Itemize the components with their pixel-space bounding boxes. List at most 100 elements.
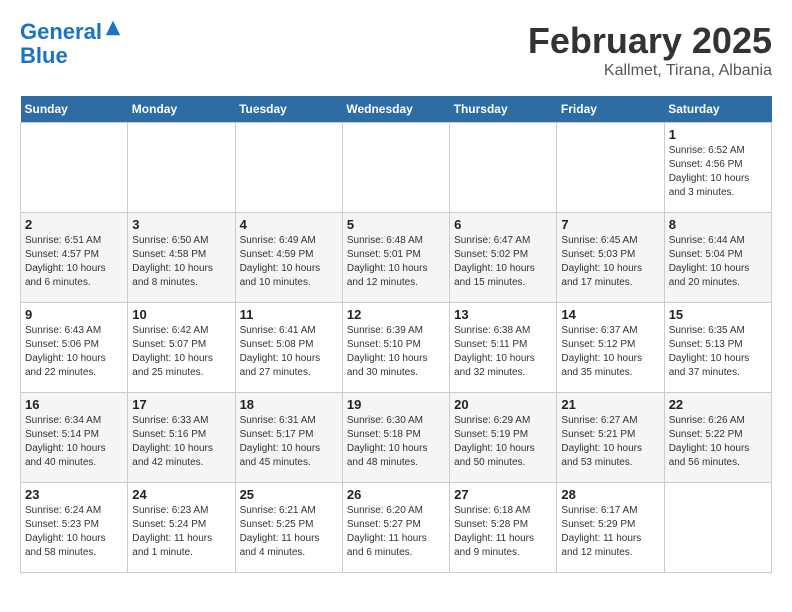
logo-text: General <box>20 20 102 44</box>
day-info: Sunrise: 6:21 AM Sunset: 5:25 PM Dayligh… <box>240 504 338 560</box>
day-info: Sunrise: 6:41 AM Sunset: 5:08 PM Dayligh… <box>240 324 338 380</box>
day-info: Sunrise: 6:52 AM Sunset: 4:56 PM Dayligh… <box>669 144 767 200</box>
day-info: Sunrise: 6:31 AM Sunset: 5:17 PM Dayligh… <box>240 414 338 470</box>
week-row-4: 16 Sunrise: 6:34 AM Sunset: 5:14 PM Dayli… <box>21 393 772 483</box>
day-number: 3 <box>132 217 230 232</box>
calendar-cell: 1 Sunrise: 6:52 AM Sunset: 4:56 PM Daylig… <box>664 123 771 213</box>
calendar-table: SundayMondayTuesdayWednesdayThursdayFrid… <box>20 96 772 573</box>
calendar-cell: 10 Sunrise: 6:42 AM Sunset: 5:07 PM Dayli… <box>128 303 235 393</box>
day-number: 19 <box>347 397 445 412</box>
calendar-cell: 6 Sunrise: 6:47 AM Sunset: 5:02 PM Daylig… <box>450 213 557 303</box>
day-info: Sunrise: 6:47 AM Sunset: 5:02 PM Dayligh… <box>454 234 552 290</box>
day-number: 16 <box>25 397 123 412</box>
calendar-cell: 15 Sunrise: 6:35 AM Sunset: 5:13 PM Dayli… <box>664 303 771 393</box>
week-row-2: 2 Sunrise: 6:51 AM Sunset: 4:57 PM Daylig… <box>21 213 772 303</box>
calendar-cell <box>235 123 342 213</box>
weekday-header-monday: Monday <box>128 96 235 123</box>
day-number: 14 <box>561 307 659 322</box>
day-number: 17 <box>132 397 230 412</box>
calendar-cell: 11 Sunrise: 6:41 AM Sunset: 5:08 PM Dayli… <box>235 303 342 393</box>
page-header: General Blue February 2025 Kallmet, Tira… <box>20 20 772 80</box>
calendar-cell: 21 Sunrise: 6:27 AM Sunset: 5:21 PM Dayli… <box>557 393 664 483</box>
day-number: 28 <box>561 487 659 502</box>
calendar-cell: 27 Sunrise: 6:18 AM Sunset: 5:28 PM Dayli… <box>450 483 557 573</box>
calendar-cell <box>450 123 557 213</box>
day-number: 21 <box>561 397 659 412</box>
calendar-cell: 26 Sunrise: 6:20 AM Sunset: 5:27 PM Dayli… <box>342 483 449 573</box>
calendar-cell: 16 Sunrise: 6:34 AM Sunset: 5:14 PM Dayli… <box>21 393 128 483</box>
calendar-cell: 2 Sunrise: 6:51 AM Sunset: 4:57 PM Daylig… <box>21 213 128 303</box>
day-info: Sunrise: 6:27 AM Sunset: 5:21 PM Dayligh… <box>561 414 659 470</box>
calendar-cell: 20 Sunrise: 6:29 AM Sunset: 5:19 PM Dayli… <box>450 393 557 483</box>
day-number: 22 <box>669 397 767 412</box>
day-number: 10 <box>132 307 230 322</box>
weekday-header-thursday: Thursday <box>450 96 557 123</box>
title-area: February 2025 Kallmet, Tirana, Albania <box>528 20 772 80</box>
day-number: 12 <box>347 307 445 322</box>
day-info: Sunrise: 6:26 AM Sunset: 5:22 PM Dayligh… <box>669 414 767 470</box>
day-info: Sunrise: 6:24 AM Sunset: 5:23 PM Dayligh… <box>25 504 123 560</box>
calendar-cell: 4 Sunrise: 6:49 AM Sunset: 4:59 PM Daylig… <box>235 213 342 303</box>
calendar-cell: 9Sunrise: 6:43 AM Sunset: 5:06 PM Daylig… <box>21 303 128 393</box>
weekday-header-sunday: Sunday <box>21 96 128 123</box>
day-info: Sunrise: 6:30 AM Sunset: 5:18 PM Dayligh… <box>347 414 445 470</box>
day-number: 18 <box>240 397 338 412</box>
day-info: Sunrise: 6:35 AM Sunset: 5:13 PM Dayligh… <box>669 324 767 380</box>
day-number: 11 <box>240 307 338 322</box>
calendar-cell: 24 Sunrise: 6:23 AM Sunset: 5:24 PM Dayli… <box>128 483 235 573</box>
day-number: 26 <box>347 487 445 502</box>
day-info: Sunrise: 6:51 AM Sunset: 4:57 PM Dayligh… <box>25 234 123 290</box>
day-info: Sunrise: 6:39 AM Sunset: 5:10 PM Dayligh… <box>347 324 445 380</box>
main-title: February 2025 <box>528 20 772 62</box>
day-number: 27 <box>454 487 552 502</box>
calendar-cell: 13 Sunrise: 6:38 AM Sunset: 5:11 PM Dayli… <box>450 303 557 393</box>
calendar-cell: 28 Sunrise: 6:17 AM Sunset: 5:29 PM Dayli… <box>557 483 664 573</box>
calendar-cell <box>342 123 449 213</box>
day-info: Sunrise: 6:45 AM Sunset: 5:03 PM Dayligh… <box>561 234 659 290</box>
weekday-header-friday: Friday <box>557 96 664 123</box>
day-number: 20 <box>454 397 552 412</box>
calendar-cell: 8Sunrise: 6:44 AM Sunset: 5:04 PM Daylig… <box>664 213 771 303</box>
day-number: 13 <box>454 307 552 322</box>
calendar-cell: 17 Sunrise: 6:33 AM Sunset: 5:16 PM Dayli… <box>128 393 235 483</box>
day-info: Sunrise: 6:42 AM Sunset: 5:07 PM Dayligh… <box>132 324 230 380</box>
weekday-header-row: SundayMondayTuesdayWednesdayThursdayFrid… <box>21 96 772 123</box>
day-number: 6 <box>454 217 552 232</box>
logo-icon <box>104 19 122 37</box>
calendar-cell <box>664 483 771 573</box>
day-info: Sunrise: 6:17 AM Sunset: 5:29 PM Dayligh… <box>561 504 659 560</box>
day-info: Sunrise: 6:34 AM Sunset: 5:14 PM Dayligh… <box>25 414 123 470</box>
day-number: 23 <box>25 487 123 502</box>
calendar-cell: 12 Sunrise: 6:39 AM Sunset: 5:10 PM Dayli… <box>342 303 449 393</box>
day-info: Sunrise: 6:23 AM Sunset: 5:24 PM Dayligh… <box>132 504 230 560</box>
weekday-header-tuesday: Tuesday <box>235 96 342 123</box>
day-number: 4 <box>240 217 338 232</box>
day-number: 7 <box>561 217 659 232</box>
day-info: Sunrise: 6:29 AM Sunset: 5:19 PM Dayligh… <box>454 414 552 470</box>
day-number: 2 <box>25 217 123 232</box>
calendar-cell: 14Sunrise: 6:37 AM Sunset: 5:12 PM Dayli… <box>557 303 664 393</box>
logo-line2: Blue <box>20 44 122 68</box>
logo: General Blue <box>20 20 122 68</box>
day-number: 1 <box>669 127 767 142</box>
weekday-header-wednesday: Wednesday <box>342 96 449 123</box>
calendar-cell <box>557 123 664 213</box>
day-info: Sunrise: 6:38 AM Sunset: 5:11 PM Dayligh… <box>454 324 552 380</box>
day-info: Sunrise: 6:50 AM Sunset: 4:58 PM Dayligh… <box>132 234 230 290</box>
calendar-cell: 25 Sunrise: 6:21 AM Sunset: 5:25 PM Dayli… <box>235 483 342 573</box>
day-info: Sunrise: 6:44 AM Sunset: 5:04 PM Dayligh… <box>669 234 767 290</box>
day-info: Sunrise: 6:49 AM Sunset: 4:59 PM Dayligh… <box>240 234 338 290</box>
weekday-header-saturday: Saturday <box>664 96 771 123</box>
day-info: Sunrise: 6:20 AM Sunset: 5:27 PM Dayligh… <box>347 504 445 560</box>
day-number: 5 <box>347 217 445 232</box>
day-number: 24 <box>132 487 230 502</box>
calendar-cell: 19 Sunrise: 6:30 AM Sunset: 5:18 PM Dayli… <box>342 393 449 483</box>
day-info: Sunrise: 6:33 AM Sunset: 5:16 PM Dayligh… <box>132 414 230 470</box>
week-row-5: 23 Sunrise: 6:24 AM Sunset: 5:23 PM Dayli… <box>21 483 772 573</box>
day-number: 15 <box>669 307 767 322</box>
day-number: 25 <box>240 487 338 502</box>
week-row-1: 1 Sunrise: 6:52 AM Sunset: 4:56 PM Daylig… <box>21 123 772 213</box>
calendar-cell <box>21 123 128 213</box>
calendar-cell: 3 Sunrise: 6:50 AM Sunset: 4:58 PM Daylig… <box>128 213 235 303</box>
day-info: Sunrise: 6:18 AM Sunset: 5:28 PM Dayligh… <box>454 504 552 560</box>
